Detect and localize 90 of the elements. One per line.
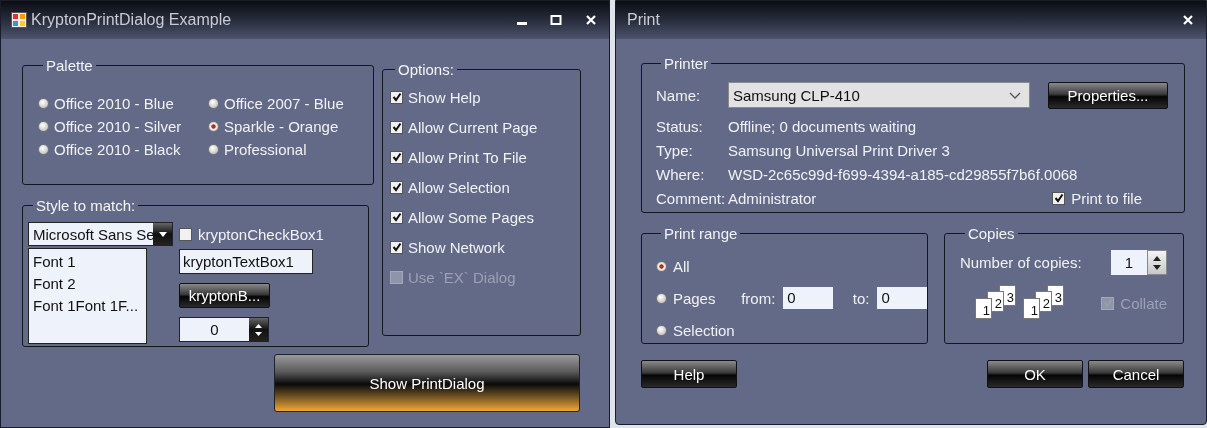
close-icon (1182, 14, 1194, 26)
field-label: Type: (656, 141, 694, 159)
radio-label: Sparkle - Orange (224, 117, 339, 135)
checkbox[interactable] (1052, 191, 1066, 205)
radio-label: Office 2007 - Blue (224, 94, 344, 112)
properties-button[interactable]: Properties... (1048, 81, 1168, 109)
checkbox-label: Allow Some Pages (408, 208, 534, 226)
checkbox-label: Use `EX` Dialog (408, 268, 516, 286)
field-value: Offline; 0 documents waiting (728, 117, 917, 135)
checkbox[interactable] (179, 228, 192, 241)
radio-button[interactable] (38, 143, 49, 155)
chevron-down-icon (1009, 91, 1021, 99)
group-title: Palette (45, 57, 94, 74)
page-sheet: 1 (1022, 298, 1040, 319)
text-field[interactable]: 0 (877, 287, 927, 309)
radio-label: All (673, 257, 691, 275)
group-title: Printer (663, 55, 710, 72)
text-field[interactable]: kryptonTextBox1 (179, 249, 313, 274)
field-label: Comment: (656, 189, 727, 207)
caret-icon (158, 231, 167, 237)
close-icon (585, 14, 597, 26)
dialog-button[interactable]: OK (987, 360, 1083, 388)
radio-label: Pages (672, 289, 717, 307)
checkmark-icon (1102, 298, 1113, 308)
field-value: Administrator (728, 189, 817, 207)
checkmark-icon (391, 122, 402, 132)
group-title: Print range (663, 225, 739, 242)
radio-button[interactable] (38, 120, 49, 132)
checkbox[interactable] (390, 240, 403, 254)
field-value: Samsung Universal Print Driver 3 (728, 141, 950, 159)
radio-button[interactable] (656, 292, 667, 304)
text-field[interactable]: 0 (783, 287, 833, 309)
field-label: Number of copies: (959, 254, 1082, 271)
group-title: Style to match: (35, 197, 137, 214)
checkbox-label: Allow Selection (408, 178, 510, 196)
checkmark-icon (1053, 193, 1064, 203)
checkmark-icon (391, 182, 402, 192)
checkbox-label: Show Network (408, 238, 505, 256)
maximize-icon (550, 14, 562, 26)
checkbox[interactable] (390, 180, 403, 194)
checkbox-label: Print to file (1071, 189, 1142, 207)
radio-button[interactable] (656, 260, 667, 272)
field-label: to: (852, 289, 870, 307)
button[interactable]: kryptonB... (179, 283, 270, 308)
radio-button[interactable] (208, 143, 219, 155)
dialog-button[interactable]: Help (641, 360, 737, 388)
list-item[interactable]: Font 1 (33, 251, 142, 273)
checkbox[interactable] (390, 150, 403, 164)
checkbox-label: Allow Current Page (408, 118, 538, 136)
checkmark-icon (391, 242, 402, 252)
list-item[interactable]: Font 2 (33, 273, 142, 295)
font-list[interactable]: Font 1 Font 2 Font 1Font 1F... (28, 248, 147, 344)
group-title: Options: (397, 61, 455, 78)
printer-dropdown[interactable]: Samsung CLP-410 (728, 82, 1030, 108)
page-sheet: 1 (974, 298, 992, 319)
up-down-arrows-icon (254, 321, 263, 338)
app-icon (11, 12, 27, 28)
radio-label: Office 2010 - Black (54, 140, 181, 158)
radio-button[interactable] (38, 97, 49, 109)
checkbox-label: kryptonCheckBox1 (198, 226, 324, 243)
number-spinner[interactable]: 0 (179, 317, 269, 342)
window-title: KryptonPrintDialog Example (31, 11, 232, 29)
checkbox[interactable] (390, 90, 403, 104)
dialog-button[interactable]: Cancel (1088, 360, 1184, 388)
field-label: Name: (656, 86, 702, 104)
checkmark-icon (391, 152, 402, 162)
radio-label: Office 2010 - Silver (54, 117, 182, 135)
checkbox[interactable] (390, 120, 403, 134)
field-label: from: (741, 289, 776, 307)
radio-button[interactable] (208, 120, 219, 132)
list-item[interactable]: Font 1Font 1F... (33, 295, 142, 317)
checkmark-icon (391, 212, 402, 222)
minimize-icon (517, 22, 527, 25)
radio-label: Office 2010 - Blue (54, 94, 174, 112)
radio-label: Professional (224, 140, 307, 158)
group-title: Copies (966, 225, 1016, 242)
checkbox-label: Show Help (408, 88, 481, 106)
radio-button[interactable] (208, 97, 219, 109)
field-label: Status: (656, 117, 704, 135)
radio-label: Selection (673, 321, 733, 339)
checkbox[interactable] (390, 210, 403, 224)
field-label: Where: (656, 165, 706, 183)
checkmark-icon (391, 92, 402, 102)
checkbox-label: Allow Print To File (408, 148, 527, 166)
dialog-title: Print (627, 11, 660, 29)
field-value: WSD-2c65c99d-f699-4394-a185-cd29855f7b6f.0068 (728, 165, 1078, 183)
number-spinner[interactable]: 1 (1111, 250, 1167, 275)
radio-button[interactable] (656, 324, 667, 336)
checkbox-label: Collate (1120, 294, 1167, 312)
show-print-dialog-button[interactable]: Show PrintDialog (274, 354, 580, 412)
